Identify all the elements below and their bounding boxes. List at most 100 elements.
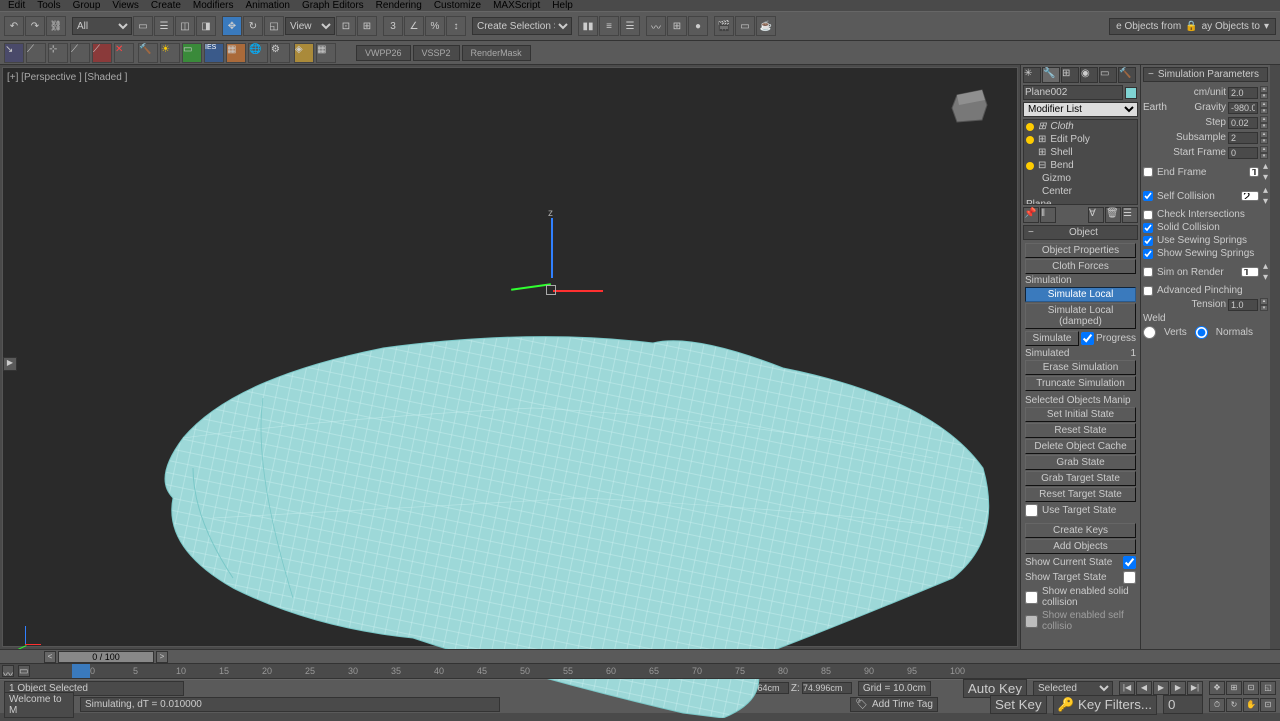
self-collision-input[interactable] bbox=[1241, 191, 1259, 201]
cm-unit-spinner[interactable]: ▴▾ bbox=[1260, 86, 1268, 99]
gravity-spinner[interactable]: ▴▾ bbox=[1260, 101, 1268, 114]
align-button[interactable]: ≡ bbox=[599, 16, 619, 36]
move-button[interactable]: ✥ bbox=[222, 16, 242, 36]
tool-f[interactable]: ✕ bbox=[114, 43, 134, 63]
tool-ies[interactable]: IES bbox=[204, 43, 224, 63]
render-frame-button[interactable]: ▭ bbox=[735, 16, 755, 36]
tool-g[interactable]: 🔨 bbox=[138, 43, 158, 63]
prev-frame-button[interactable]: ◀ bbox=[1136, 681, 1152, 695]
nav-f[interactable]: ✋ bbox=[1243, 698, 1259, 712]
sim-render-spinner[interactable]: ▴▾ bbox=[1263, 261, 1268, 283]
gravity-input[interactable] bbox=[1228, 102, 1258, 114]
end-frame-checkbox[interactable] bbox=[1143, 167, 1153, 177]
mirror-button[interactable]: ▮▮ bbox=[578, 16, 598, 36]
cm-unit-input[interactable] bbox=[1228, 87, 1258, 99]
reset-target-state-button[interactable]: Reset Target State bbox=[1025, 487, 1136, 502]
pin-stack-button[interactable]: 📌 bbox=[1023, 207, 1039, 223]
tool-k[interactable]: 🌐 bbox=[248, 43, 268, 63]
coord-dropdown[interactable]: View bbox=[285, 17, 335, 35]
show-sewing-checkbox[interactable] bbox=[1143, 249, 1153, 259]
cloth-forces-button[interactable]: Cloth Forces bbox=[1025, 259, 1136, 274]
rotate-button[interactable]: ↻ bbox=[243, 16, 263, 36]
tool-b[interactable]: ⟋ bbox=[26, 43, 46, 63]
object-color-swatch[interactable] bbox=[1125, 87, 1137, 99]
menu-animation[interactable]: Animation bbox=[245, 0, 289, 11]
tool-e[interactable]: ⟋ bbox=[92, 43, 112, 63]
use-target-checkbox[interactable] bbox=[1025, 504, 1038, 517]
tool-a[interactable]: ↘ bbox=[4, 43, 24, 63]
step-spinner[interactable]: ▴▾ bbox=[1260, 116, 1268, 129]
tool-i[interactable]: ▭ bbox=[182, 43, 202, 63]
start-frame-input[interactable] bbox=[1228, 147, 1258, 159]
mini-curve-button[interactable]: 〰 bbox=[2, 665, 14, 677]
display-icon[interactable]: ▾ bbox=[1264, 21, 1269, 32]
subsample-input[interactable] bbox=[1228, 132, 1258, 144]
show-result-button[interactable]: ‖ bbox=[1040, 207, 1056, 223]
weld-normals-radio[interactable] bbox=[1195, 326, 1208, 339]
show-target-checkbox[interactable] bbox=[1123, 571, 1136, 584]
time-config-button[interactable]: ⏱ bbox=[1209, 698, 1225, 712]
select-name-button[interactable]: ☰ bbox=[154, 16, 174, 36]
menu-maxscript[interactable]: MAXScript bbox=[493, 0, 540, 11]
simulate-button[interactable]: Simulate bbox=[1025, 331, 1079, 346]
object-rollout-header[interactable]: −Object bbox=[1023, 225, 1138, 240]
tension-spinner[interactable]: ▴▾ bbox=[1260, 298, 1268, 311]
end-frame-input[interactable] bbox=[1249, 167, 1259, 177]
set-initial-state-button[interactable]: Set Initial State bbox=[1025, 407, 1136, 422]
time-slider[interactable]: < 0 / 100 > bbox=[0, 649, 1280, 663]
spinner-snap-button[interactable]: ↕ bbox=[446, 16, 466, 36]
current-frame-marker[interactable] bbox=[72, 664, 90, 678]
angle-snap-button[interactable]: ∠ bbox=[404, 16, 424, 36]
select-rect-button[interactable]: ◫ bbox=[175, 16, 195, 36]
reset-state-button[interactable]: Reset State bbox=[1025, 423, 1136, 438]
tension-input[interactable] bbox=[1228, 299, 1258, 311]
use-sewing-checkbox[interactable] bbox=[1143, 236, 1153, 246]
snap-button[interactable]: 3 bbox=[383, 16, 403, 36]
script-listener[interactable]: Welcome to M bbox=[4, 692, 74, 718]
viewport-expand[interactable]: ▶ bbox=[3, 357, 17, 371]
material-button[interactable]: ● bbox=[688, 16, 708, 36]
viewport[interactable]: [+] [Perspective ] [Shaded ] z bbox=[2, 67, 1018, 647]
weld-verts-radio[interactable] bbox=[1143, 326, 1156, 339]
nav-b[interactable]: ⊞ bbox=[1226, 681, 1242, 695]
undo-button[interactable]: ↶ bbox=[4, 16, 24, 36]
truncate-simulation-button[interactable]: Truncate Simulation bbox=[1025, 376, 1136, 391]
track-bar[interactable]: 〰 ▭ 051015202530354045505560657075808590… bbox=[0, 663, 1280, 679]
sim-render-input[interactable] bbox=[1241, 267, 1259, 277]
viewport-label[interactable]: [+] [Perspective ] [Shaded ] bbox=[7, 72, 127, 83]
modify-tab[interactable]: 🔧 bbox=[1042, 67, 1060, 83]
configure-sets-button[interactable]: ☰ bbox=[1122, 207, 1138, 223]
grab-state-button[interactable]: Grab State bbox=[1025, 455, 1136, 470]
menu-rendering[interactable]: Rendering bbox=[376, 0, 422, 11]
menu-modifiers[interactable]: Modifiers bbox=[193, 0, 234, 11]
show-self-checkbox[interactable] bbox=[1025, 615, 1038, 628]
end-frame-spinner[interactable]: ▴▾ bbox=[1263, 161, 1268, 183]
nav-d[interactable]: ◱ bbox=[1260, 681, 1276, 695]
tool-h[interactable]: ☀ bbox=[160, 43, 180, 63]
menu-group[interactable]: Group bbox=[73, 0, 101, 11]
percent-snap-button[interactable]: % bbox=[425, 16, 445, 36]
simulate-local-button[interactable]: Simulate Local bbox=[1025, 287, 1136, 302]
slider-left-arrow[interactable]: < bbox=[44, 651, 56, 663]
modifier-stack[interactable]: ⊞Cloth ⊞Edit Poly ⊞Shell ⊟Bend Gizmo Cen… bbox=[1023, 119, 1138, 205]
schematic-button[interactable]: ⊞ bbox=[667, 16, 687, 36]
menu-grapheditors[interactable]: Graph Editors bbox=[302, 0, 364, 11]
remove-mod-button[interactable]: 🗑 bbox=[1105, 207, 1121, 223]
window-crossing-button[interactable]: ◨ bbox=[196, 16, 216, 36]
tool-c[interactable]: ⊹ bbox=[48, 43, 68, 63]
vssp-button[interactable]: VSSP2 bbox=[413, 45, 460, 61]
self-collision-checkbox[interactable] bbox=[1143, 191, 1153, 201]
self-collision-spinner[interactable]: ▴▾ bbox=[1263, 185, 1268, 207]
menu-tools[interactable]: Tools bbox=[37, 0, 60, 11]
isolate-icon[interactable]: 🔒 bbox=[1185, 21, 1197, 32]
link-button[interactable]: ⛓ bbox=[46, 16, 66, 36]
selection-set-dropdown[interactable]: Create Selection S bbox=[472, 17, 572, 35]
solid-collision-checkbox[interactable] bbox=[1143, 223, 1153, 233]
hierarchy-tab[interactable]: ⊞ bbox=[1061, 67, 1079, 83]
adv-pinch-checkbox[interactable] bbox=[1143, 286, 1153, 296]
step-input[interactable] bbox=[1228, 117, 1258, 129]
slider-right-arrow[interactable]: > bbox=[156, 651, 168, 663]
goto-end-button[interactable]: ▶| bbox=[1187, 681, 1203, 695]
erase-simulation-button[interactable]: Erase Simulation bbox=[1025, 360, 1136, 375]
create-keys-button[interactable]: Create Keys bbox=[1025, 523, 1136, 538]
